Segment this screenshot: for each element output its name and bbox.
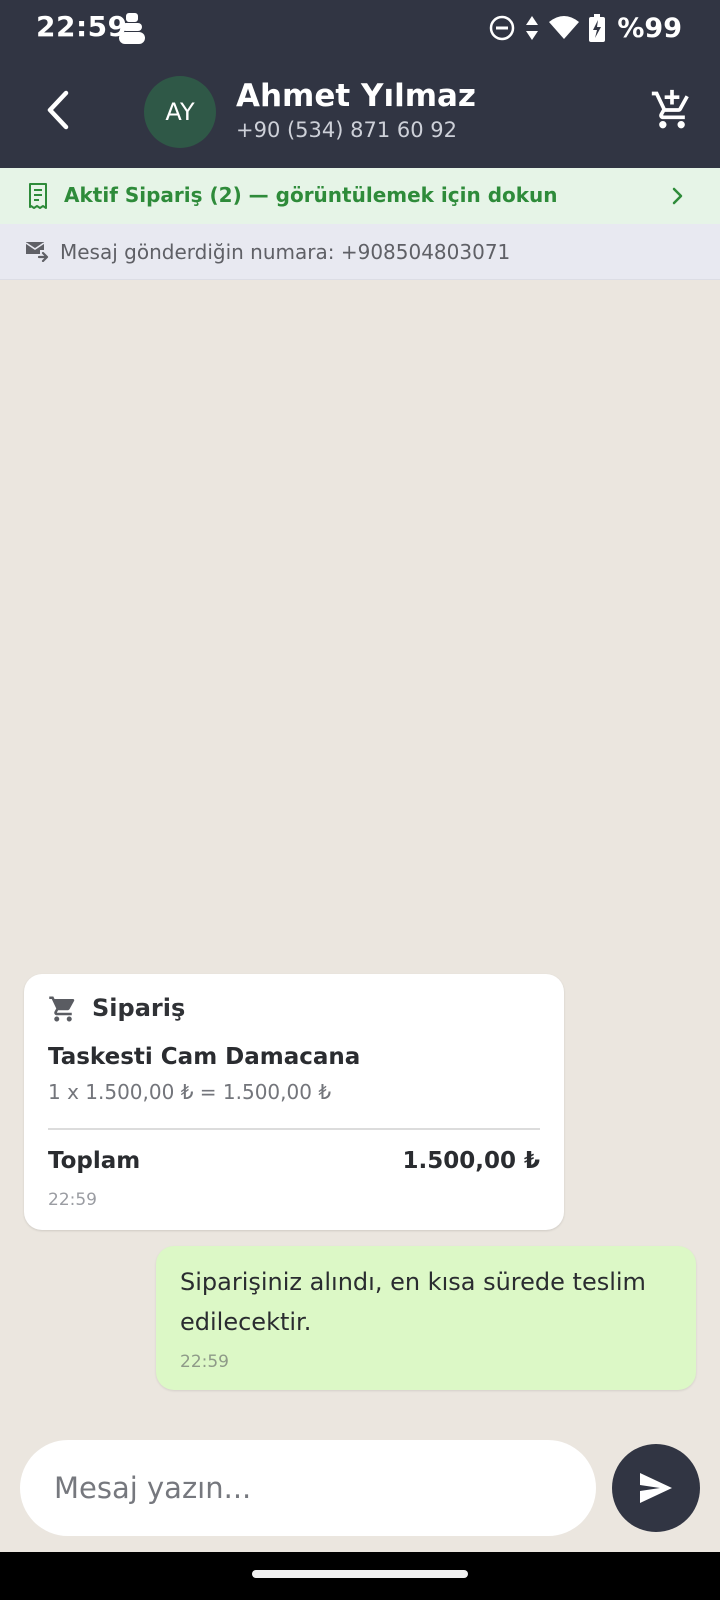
message-time: 22:59 [180, 1352, 229, 1372]
notification-icon [119, 13, 145, 44]
chat-header: AY Ahmet Yılmaz +90 (534) 871 60 92 [0, 56, 720, 168]
wifi-icon [549, 16, 580, 39]
total-value: 1.500,00 ₺ [402, 1148, 540, 1174]
outgoing-message-bubble[interactable]: Siparişiniz alındı, en kısa sürede tesli… [156, 1246, 696, 1390]
add-to-cart-icon [651, 89, 689, 129]
send-icon [640, 1473, 672, 1503]
active-order-banner[interactable]: Aktif Sipariş (2) — görüntülemek için do… [0, 168, 720, 224]
add-to-cart-button[interactable] [644, 80, 700, 140]
send-button[interactable] [612, 1444, 700, 1532]
message-text: Siparişiniz alındı, en kısa sürede tesli… [180, 1268, 646, 1336]
status-time: 22:59 [36, 10, 128, 43]
back-button[interactable] [30, 82, 86, 138]
message-input[interactable] [54, 1458, 564, 1518]
product-name: Taskesti Cam Damacana [48, 1044, 361, 1070]
data-arrows-icon [526, 16, 539, 40]
receipt-icon [29, 183, 47, 209]
avatar[interactable]: AY [144, 76, 216, 148]
contact-name[interactable]: Ahmet Yılmaz [236, 78, 476, 114]
battery-percent: %99 [617, 12, 682, 44]
shopping-cart-icon [49, 996, 75, 1022]
chevron-right-icon [672, 187, 683, 205]
contact-phone: +90 (534) 871 60 92 [236, 118, 458, 142]
order-title: Sipariş [92, 994, 186, 1022]
dnd-icon [490, 15, 515, 41]
back-arrow-icon [47, 90, 69, 130]
message-composer [20, 1440, 596, 1536]
home-indicator[interactable] [252, 1570, 468, 1578]
order-message-card[interactable]: Sipariş Taskesti Cam Damacana 1 x 1.500,… [24, 974, 564, 1230]
status-bar: 22:59 %99 [0, 0, 720, 56]
active-order-text: Aktif Sipariş (2) — görüntülemek için do… [64, 183, 558, 207]
total-label: Toplam [48, 1148, 141, 1174]
order-divider [48, 1128, 540, 1130]
battery-charging-icon [589, 14, 606, 42]
product-price-line: 1 x 1.500,00 ₺ = 1.500,00 ₺ [48, 1080, 332, 1104]
status-icons: %99 [489, 12, 682, 44]
sender-info-bar: Mesaj gönderdiğin numara: +908504803071 [0, 224, 720, 280]
sender-number-text: Mesaj gönderdiğin numara: +908504803071 [60, 240, 511, 264]
message-time: 22:59 [48, 1190, 97, 1210]
mail-forward-icon [25, 242, 49, 262]
system-nav-bar [0, 1552, 720, 1600]
